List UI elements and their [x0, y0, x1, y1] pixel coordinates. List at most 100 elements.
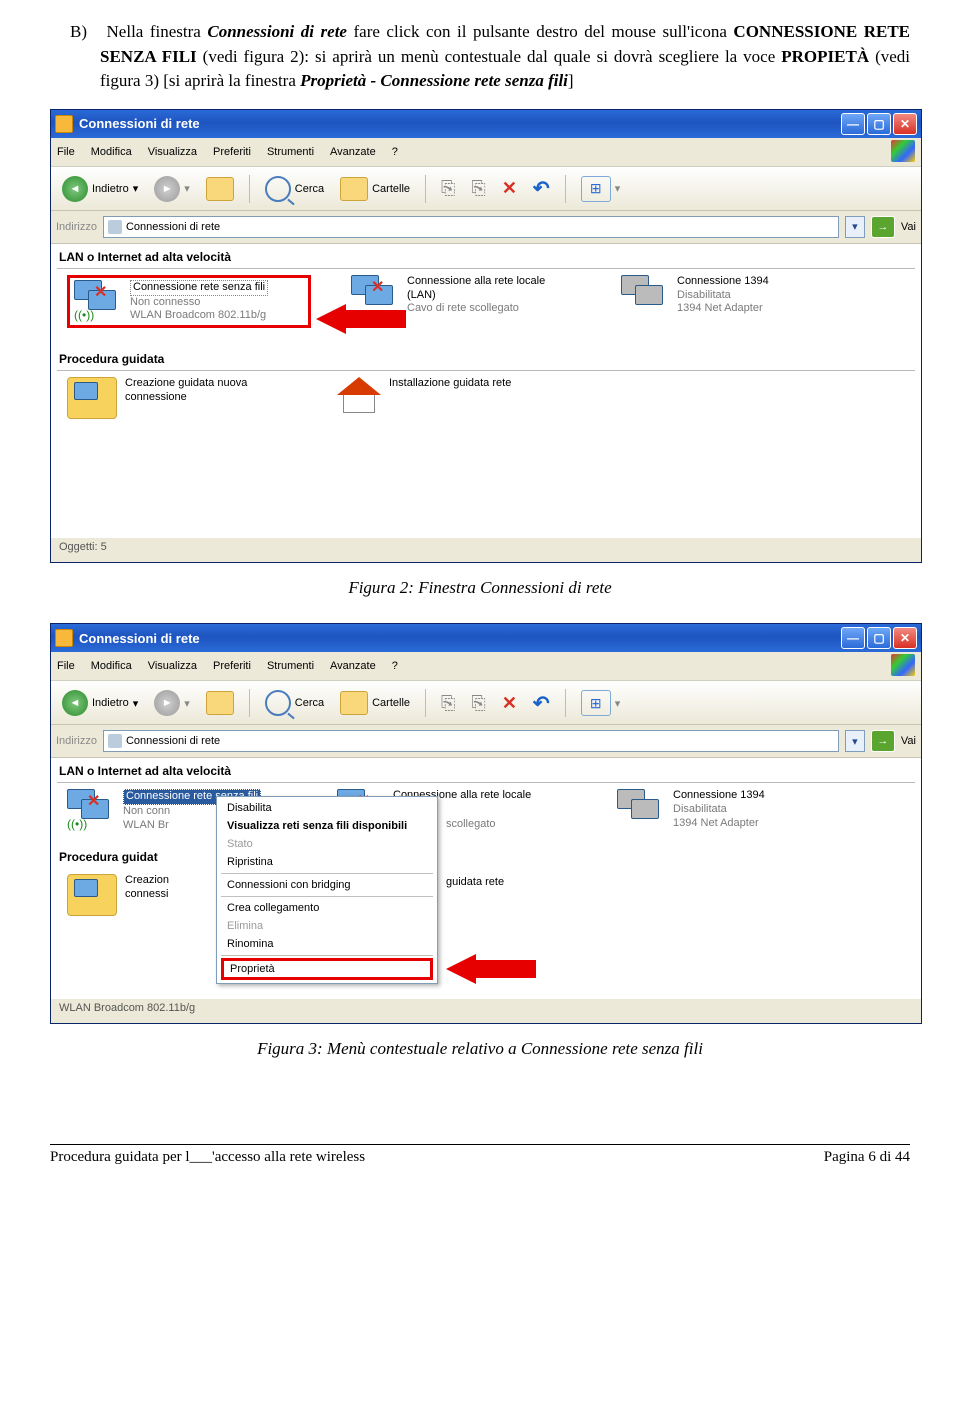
menubar: File Modifica Visualizza Preferiti Strum… [51, 138, 921, 167]
folders-button[interactable]: Cartelle [335, 174, 415, 204]
menu-preferiti[interactable]: Preferiti [213, 146, 251, 158]
address-icon [108, 734, 122, 748]
address-dropdown[interactable]: ▾ [845, 216, 865, 238]
section-lan: LAN o Internet ad alta velocità [57, 760, 915, 783]
search-button[interactable]: Cerca [260, 173, 329, 205]
menu-file[interactable]: File [57, 146, 75, 158]
undo-icon[interactable]: ↶ [528, 173, 555, 204]
highlighted-wireless-item: ✕((•)) Connessione rete senza fili Non c… [67, 275, 311, 328]
go-label: Vai [901, 735, 916, 747]
back-button[interactable]: ◄Indietro ▾ [57, 173, 143, 205]
menu-help[interactable]: ? [392, 146, 398, 158]
folders-button[interactable]: Cartelle [335, 688, 415, 718]
ctx-crea-link[interactable]: Crea collegamento [217, 899, 437, 917]
menu-visualizza[interactable]: Visualizza [148, 146, 197, 158]
connection-1394[interactable]: Connessione 1394 Disabilitata 1394 Net A… [621, 275, 851, 328]
minimize-button[interactable]: — [841, 627, 865, 649]
wizard-icon [67, 377, 117, 419]
wizard-new-connection[interactable]: Creazione guidata nuovaconnessione [67, 377, 297, 419]
menu-visualizza[interactable]: Visualizza [148, 660, 197, 672]
delete-icon[interactable]: ✕ [497, 175, 522, 202]
figure-3-window: Connessioni di rete — ▢ ✕ File Modifica … [50, 623, 922, 1024]
ctx-bridging[interactable]: Connessioni con bridging [217, 876, 437, 894]
content-area: LAN o Internet ad alta velocità ✕((•)) C… [51, 244, 921, 537]
menu-preferiti[interactable]: Preferiti [213, 660, 251, 672]
toolbar: ◄Indietro ▾ ► ▾ Cerca Cartelle ⎘ ⎘ ✕ ↶ ⊞… [51, 167, 921, 211]
figure-2-window: Connessioni di rete — ▢ ✕ File Modifica … [50, 109, 922, 563]
ctx-proprieta-highlighted[interactable]: Proprietà [221, 958, 433, 980]
menu-avanzate[interactable]: Avanzate [330, 146, 376, 158]
wireless-icon: ✕((•)) [67, 789, 115, 829]
paragraph-b: B) Nella finestra Connessioni di rete fa… [100, 20, 910, 94]
address-label: Indirizzo [56, 221, 97, 233]
menubar-2: File Modifica Visualizza Preferiti Strum… [51, 652, 921, 681]
ctx-elimina: Elimina [217, 917, 437, 935]
move-icon[interactable]: ⎘ [466, 175, 490, 202]
lan-partial-label: scollegato [446, 818, 496, 830]
move-icon[interactable]: ⎘ [466, 690, 490, 717]
forward-button[interactable]: ► ▾ [149, 173, 195, 205]
forward-button[interactable]: ► ▾ [149, 687, 195, 719]
go-button[interactable]: → [871, 730, 895, 752]
xp-logo-icon [891, 140, 915, 162]
menu-avanzate[interactable]: Avanzate [330, 660, 376, 672]
up-button[interactable] [201, 688, 239, 718]
menu-modifica[interactable]: Modifica [91, 660, 132, 672]
ctx-view-networks[interactable]: Visualizza reti senza fili disponibili [217, 817, 437, 835]
wizard-network-install[interactable]: Installazione guidata rete [337, 377, 567, 419]
undo-icon[interactable]: ↶ [528, 688, 555, 719]
xp-logo-icon [891, 654, 915, 676]
titlebar-2[interactable]: Connessioni di rete — ▢ ✕ [51, 624, 921, 652]
menu-strumenti[interactable]: Strumenti [267, 146, 314, 158]
maximize-button[interactable]: ▢ [867, 627, 891, 649]
up-button[interactable] [201, 174, 239, 204]
ctx-disabilita[interactable]: Disabilita [217, 799, 437, 817]
arrow-indicator [316, 304, 406, 334]
ieee1394-icon [617, 789, 665, 829]
context-menu: Disabilita Visualizza reti senza fili di… [216, 796, 438, 984]
window-icon [55, 115, 73, 133]
section-wizard: Procedura guidat [57, 846, 211, 868]
ctx-stato: Stato [217, 835, 437, 853]
go-button[interactable]: → [871, 216, 895, 238]
content-area-2: LAN o Internet ad alta velocità ✕((•)) C… [51, 758, 921, 998]
copy-icon[interactable]: ⎘ [436, 690, 460, 717]
view-button[interactable]: ⊞▾ [576, 173, 626, 205]
footer-left: Procedura guidata per l___'accesso alla … [50, 1149, 365, 1166]
address-bar-2: Indirizzo Connessioni di rete ▾ → Vai [51, 725, 921, 758]
back-button[interactable]: ◄Indietro ▾ [57, 687, 143, 719]
menu-strumenti[interactable]: Strumenti [267, 660, 314, 672]
ctx-rinomina[interactable]: Rinomina [217, 935, 437, 953]
close-button[interactable]: ✕ [893, 113, 917, 135]
minimize-button[interactable]: — [841, 113, 865, 135]
window-title: Connessioni di rete [79, 116, 200, 131]
delete-icon[interactable]: ✕ [497, 690, 522, 717]
search-button[interactable]: Cerca [260, 687, 329, 719]
menu-modifica[interactable]: Modifica [91, 146, 132, 158]
house-icon [337, 377, 381, 413]
section-lan: LAN o Internet ad alta velocità [57, 246, 915, 269]
connection-wireless[interactable]: ✕((•)) Connessione rete senza fili Non c… [74, 280, 304, 323]
wizard-new-connection[interactable]: Creazionconnessi [67, 874, 187, 916]
copy-icon[interactable]: ⎘ [436, 175, 460, 202]
page-footer: Procedura guidata per l___'accesso alla … [50, 1144, 910, 1166]
titlebar[interactable]: Connessioni di rete — ▢ ✕ [51, 110, 921, 138]
menu-file[interactable]: File [57, 660, 75, 672]
address-icon [108, 220, 122, 234]
view-button[interactable]: ⊞▾ [576, 687, 626, 719]
wireless-icon: ✕((•)) [74, 280, 122, 320]
ctx-ripristina[interactable]: Ripristina [217, 853, 437, 871]
maximize-button[interactable]: ▢ [867, 113, 891, 135]
close-button[interactable]: ✕ [893, 627, 917, 649]
ieee1394-icon [621, 275, 669, 315]
address-label: Indirizzo [56, 735, 97, 747]
menu-help[interactable]: ? [392, 660, 398, 672]
window-title: Connessioni di rete [79, 631, 200, 646]
address-input[interactable]: Connessioni di rete [103, 216, 839, 238]
go-label: Vai [901, 221, 916, 233]
toolbar-2: ◄Indietro ▾ ► ▾ Cerca Cartelle ⎘ ⎘ ✕ ↶ ⊞… [51, 681, 921, 725]
wizard-icon [67, 874, 117, 916]
address-input[interactable]: Connessioni di rete [103, 730, 839, 752]
connection-1394[interactable]: Connessione 1394 Disabilitata 1394 Net A… [617, 789, 847, 832]
address-dropdown[interactable]: ▾ [845, 730, 865, 752]
